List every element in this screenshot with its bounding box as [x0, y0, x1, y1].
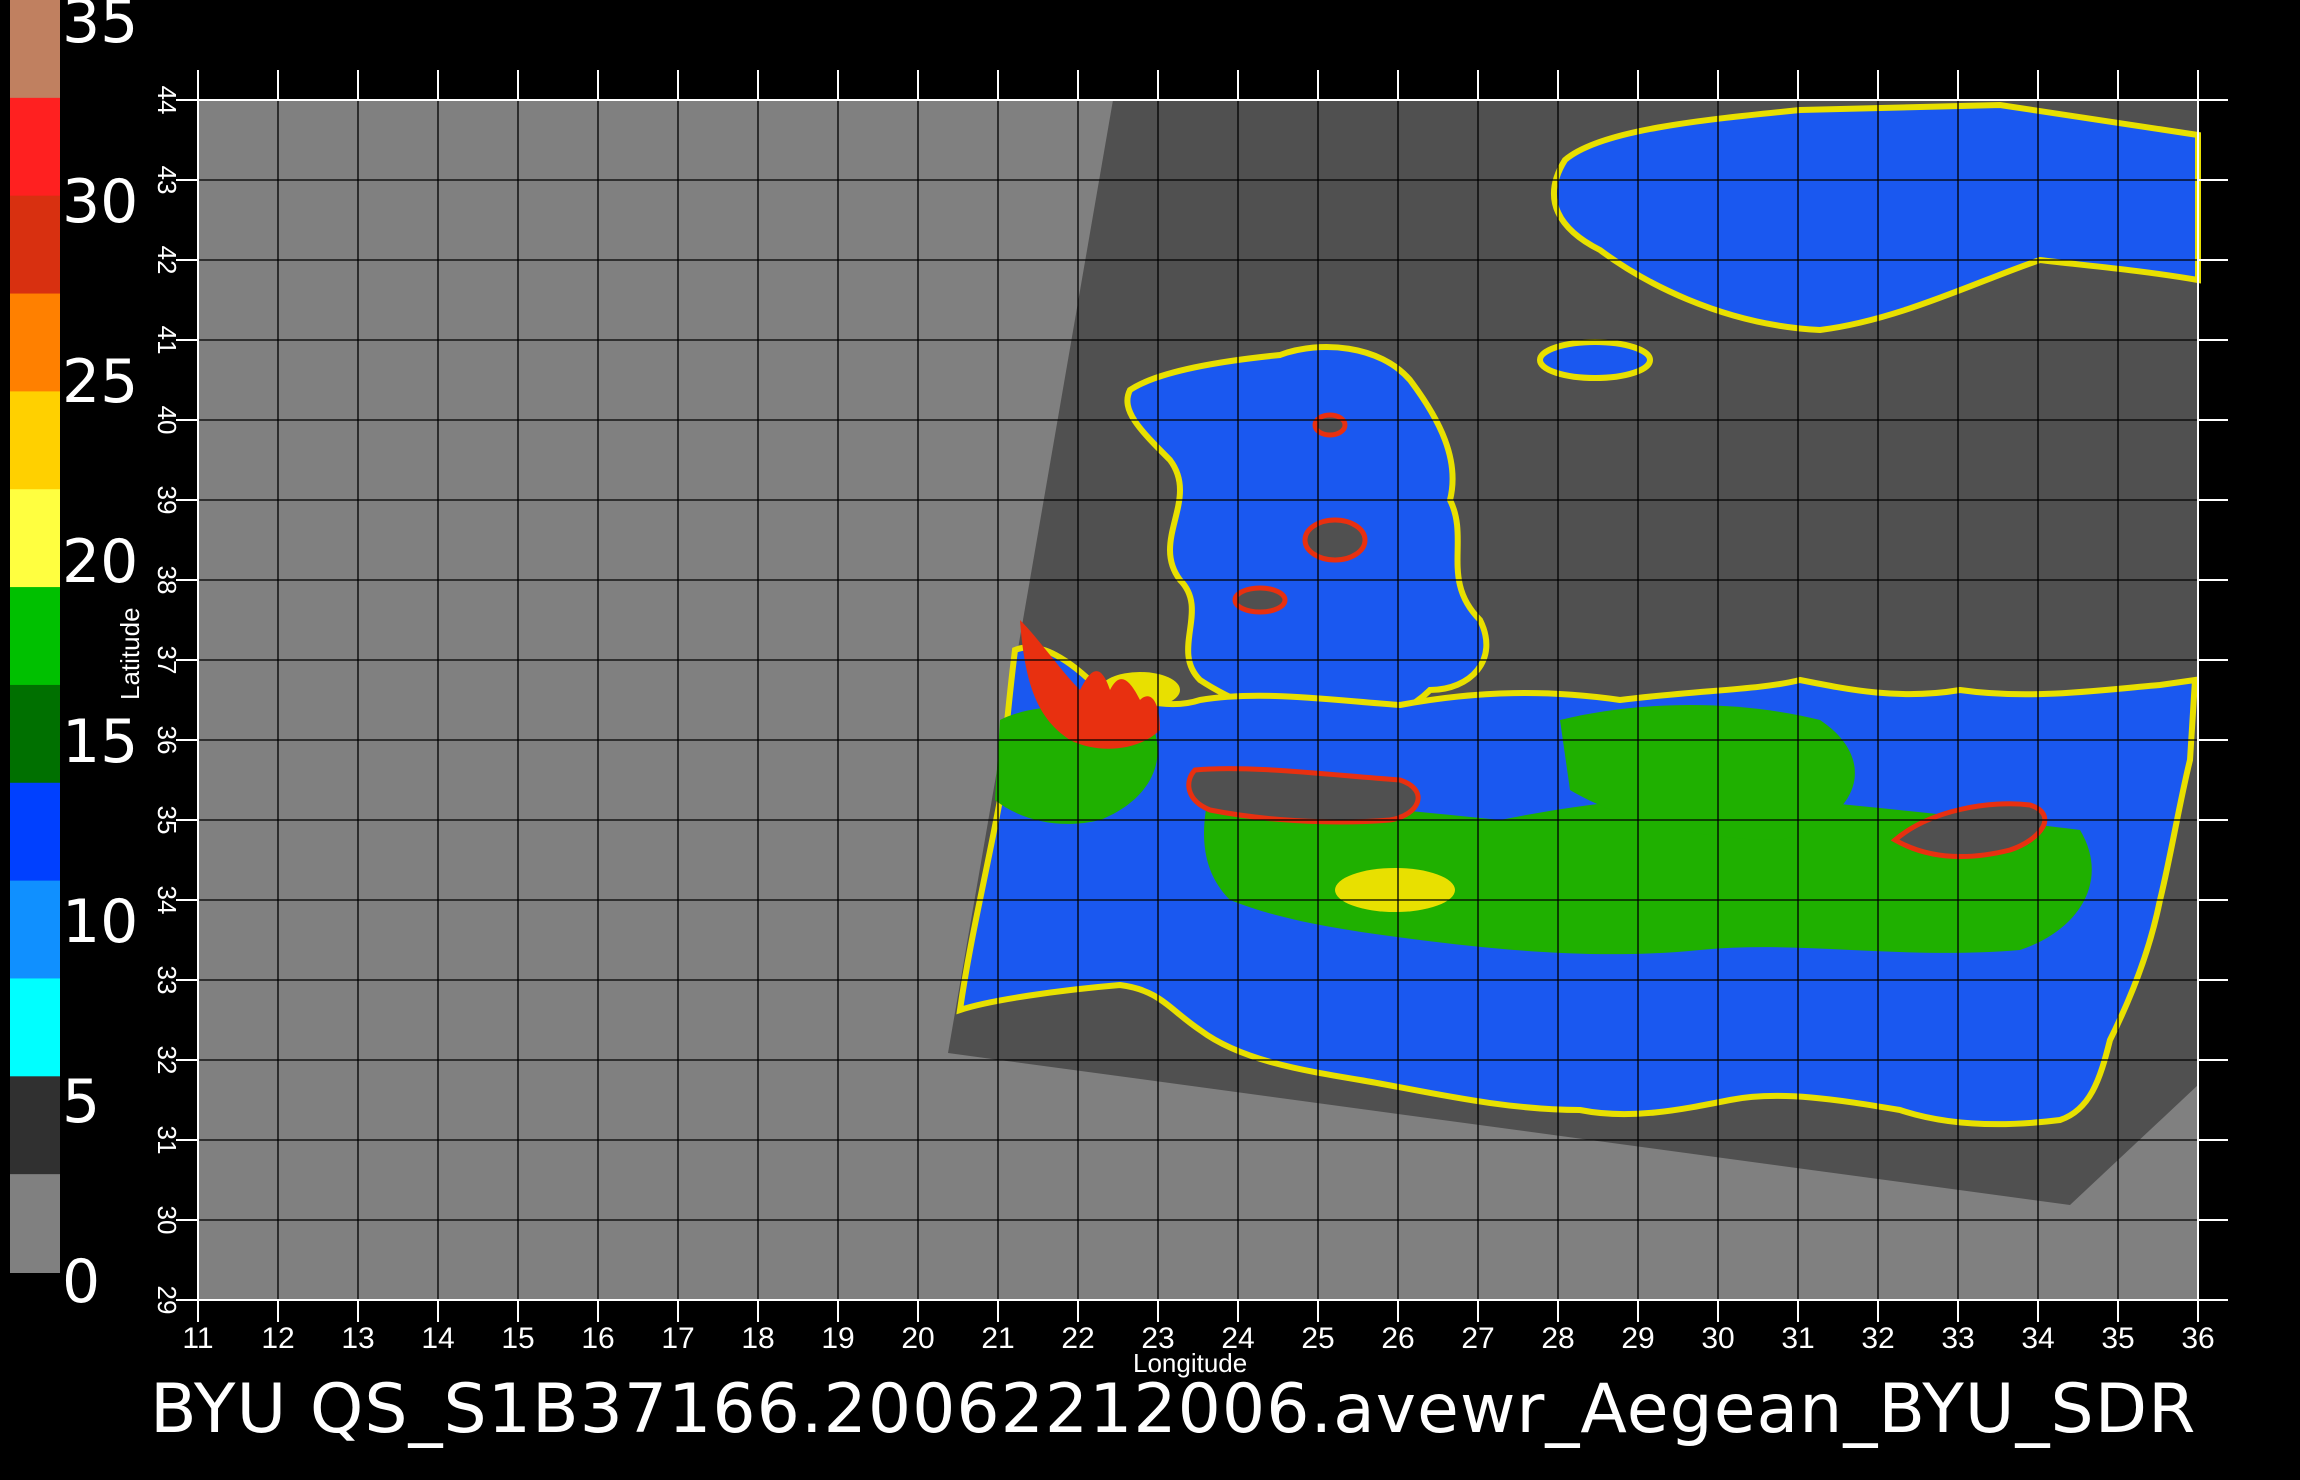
map-figure: 11 12 13 14 15 16 17 18 19 20 21 22 23 24 25 26 27 28 29 30… [0, 0, 2300, 1480]
x-tick-label: 22 [1061, 1322, 1094, 1355]
aegean-island [1302, 517, 1368, 563]
colorbar-segment [10, 391, 60, 491]
y-tick-label: 38 [152, 566, 182, 595]
marmara-sea [1537, 339, 1653, 381]
x-tick-label: 16 [581, 1322, 614, 1355]
colorbar-tick-label: 10 [62, 887, 139, 957]
y-tick-label: 39 [152, 486, 182, 515]
x-tick-label: 21 [981, 1322, 1014, 1355]
colorbar-segment [10, 195, 60, 295]
y-tick-label: 44 [152, 86, 182, 115]
y-tick-label: 32 [152, 1046, 182, 1075]
x-tick-label: 36 [2181, 1322, 2214, 1355]
colorbar-tick-label: 0 [62, 1247, 101, 1317]
x-tick-label: 20 [901, 1322, 934, 1355]
x-tick-label: 35 [2101, 1322, 2134, 1355]
y-tick-label: 33 [152, 966, 182, 995]
y-tick-label: 40 [152, 406, 182, 435]
x-tick-label: 14 [421, 1322, 454, 1355]
colorbar [10, 0, 60, 1273]
aegean-island [1232, 585, 1288, 615]
colorbar-segment [10, 782, 60, 882]
x-tick-label: 27 [1461, 1322, 1494, 1355]
colorbar-segment [10, 978, 60, 1078]
colorbar-segment [10, 684, 60, 784]
x-tick-label: 11 [182, 1322, 213, 1355]
x-tick-label: 31 [1781, 1322, 1814, 1355]
x-tick-label: 28 [1541, 1322, 1574, 1355]
y-tick-label: 43 [152, 166, 182, 195]
colorbar-segment [10, 97, 60, 197]
y-tick-label: 30 [152, 1206, 182, 1235]
y-axis-title: Latitude [115, 607, 145, 700]
x-tick-label: 34 [2021, 1322, 2054, 1355]
x-tick-label: 32 [1861, 1322, 1894, 1355]
y-tick-label: 41 [152, 326, 182, 355]
crete-island [1186, 766, 1421, 825]
x-tick-label: 19 [821, 1322, 854, 1355]
colorbar-segment [10, 587, 60, 686]
colorbar-tick-label: 35 [62, 0, 139, 57]
x-tick-label: 15 [501, 1322, 534, 1355]
y-tick-label: 34 [152, 886, 182, 915]
x-tick-label: 30 [1701, 1322, 1734, 1355]
colorbar-tick-label: 20 [62, 527, 139, 597]
aegean-island [1312, 412, 1348, 438]
colorbar-segment [10, 1174, 60, 1273]
x-tick-label: 33 [1941, 1322, 1974, 1355]
y-tick-label: 42 [152, 246, 182, 275]
x-tick-label: 12 [261, 1322, 294, 1355]
x-tick-label: 18 [741, 1322, 774, 1355]
x-tick-label: 25 [1301, 1322, 1334, 1355]
colorbar-segment [10, 489, 60, 589]
yellow-wind-patch [1335, 868, 1455, 912]
x-tick-label: 13 [341, 1322, 374, 1355]
colorbar-tick-label: 5 [62, 1067, 101, 1137]
y-tick-label: 37 [152, 646, 182, 675]
colorbar-tick-label: 30 [62, 167, 139, 237]
x-tick-label: 17 [661, 1322, 694, 1355]
y-tick-label: 31 [152, 1126, 182, 1155]
colorbar-segment [10, 293, 60, 393]
y-tick-label: 29 [152, 1286, 182, 1315]
x-tick-label: 26 [1381, 1322, 1414, 1355]
colorbar-segment [10, 1076, 60, 1176]
colorbar-tick-label: 25 [62, 347, 139, 417]
y-tick-label: 35 [152, 806, 182, 835]
colorbar-segment [10, 0, 60, 99]
image-caption: BYU QS_S1B37166.20062212006.avewr_Aegean… [150, 1370, 2197, 1449]
x-tick-label: 29 [1621, 1322, 1654, 1355]
y-tick-label: 36 [152, 726, 182, 755]
colorbar-segment [10, 880, 60, 980]
map-plot: 11 12 13 14 15 16 17 18 19 20 21 22 23 24 25 26 27 28 29 30… [152, 70, 2228, 1355]
colorbar-tick-label: 15 [62, 707, 139, 777]
